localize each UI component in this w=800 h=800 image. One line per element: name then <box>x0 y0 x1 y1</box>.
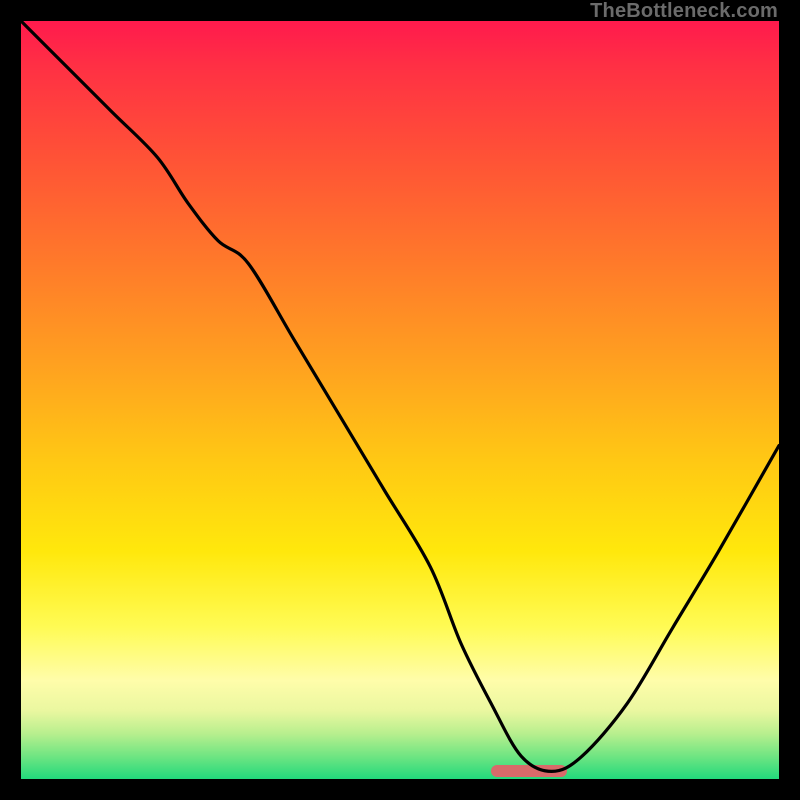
bottleneck-curve <box>21 21 779 779</box>
watermark-text: TheBottleneck.com <box>590 0 778 23</box>
curve-path <box>21 21 779 771</box>
plot-area <box>21 21 779 779</box>
chart-frame: TheBottleneck.com <box>0 0 800 800</box>
